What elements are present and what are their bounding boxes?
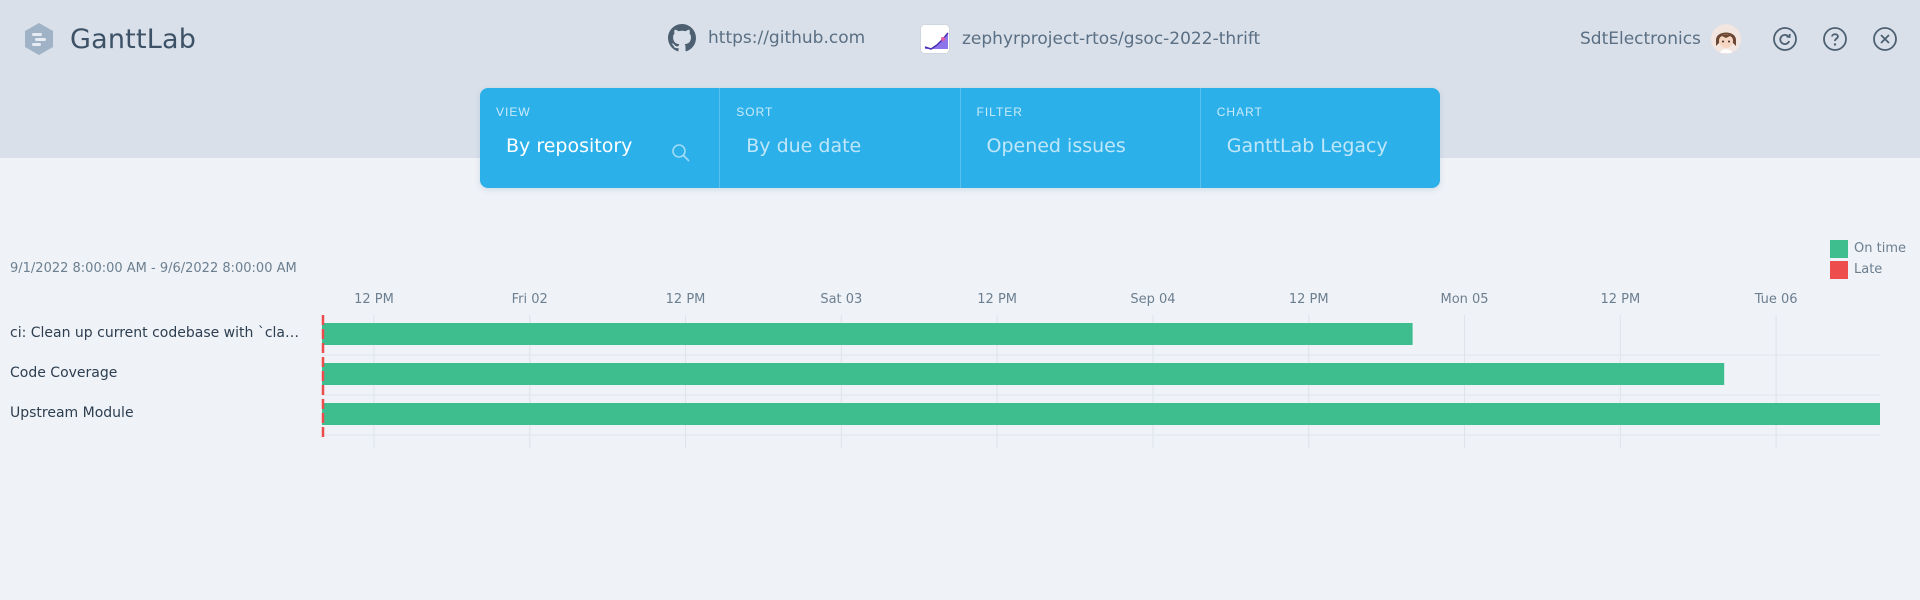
- task-label[interactable]: ci: Clean up current codebase with `clan…: [10, 325, 300, 341]
- date-range-text: 9/1/2022 8:00:00 AM - 9/6/2022 8:00:00 A…: [10, 261, 297, 276]
- filter-label: FILTER: [976, 105, 1023, 119]
- tick-label: 12 PM: [977, 292, 1017, 307]
- chart-selector[interactable]: CHART GanttLab Legacy: [1201, 88, 1440, 188]
- tick-label: Sat 03: [820, 292, 862, 307]
- help-icon[interactable]: [1822, 26, 1848, 52]
- legend-item-late: Late: [1830, 259, 1906, 280]
- tick-label: Sep 04: [1130, 292, 1175, 307]
- chart-label: CHART: [1216, 105, 1263, 119]
- sort-label: SORT: [736, 105, 774, 119]
- tick-label: 12 PM: [354, 292, 394, 307]
- legend-swatch-late: [1830, 260, 1848, 279]
- app-title: GanttLab: [70, 23, 197, 55]
- gantt-chart: ci: Clean up current codebase with `clan…: [0, 285, 1920, 455]
- search-icon[interactable]: [670, 142, 692, 164]
- sort-value: By due date: [746, 135, 862, 157]
- source-selector[interactable]: https://github.com: [668, 24, 865, 52]
- task-bar[interactable]: [322, 323, 1413, 345]
- sort-selector[interactable]: SORT By due date: [720, 88, 961, 188]
- tick-label: Fri 02: [512, 292, 548, 307]
- github-icon: [668, 24, 696, 52]
- legend-swatch-on-time: [1830, 239, 1848, 258]
- chart-legend: On time Late: [1830, 238, 1906, 280]
- legend-label-late: Late: [1854, 262, 1883, 277]
- tick-label: 12 PM: [666, 292, 706, 307]
- refresh-icon[interactable]: [1772, 26, 1798, 52]
- project-selector[interactable]: zephyrproject-rtos/gsoc-2022-thrift: [920, 24, 1260, 54]
- filter-selector[interactable]: FILTER Opened issues: [961, 88, 1201, 188]
- chart-value: GanttLab Legacy: [1226, 135, 1388, 157]
- username: SdtElectronics: [1580, 29, 1701, 49]
- ganttlab-logo-icon: [25, 23, 53, 55]
- project-thumbnail-icon: [921, 25, 949, 53]
- tick-label: 12 PM: [1600, 292, 1640, 307]
- user-avatar: [1710, 24, 1741, 54]
- task-bar[interactable]: [322, 403, 1880, 425]
- task-bar[interactable]: [322, 363, 1725, 385]
- settings-toolbar: VIEW By repository SORT By due date FILT…: [480, 88, 1440, 188]
- view-selector[interactable]: VIEW By repository: [480, 88, 721, 188]
- close-icon[interactable]: [1872, 26, 1898, 52]
- app-logo[interactable]: GanttLab: [22, 22, 196, 56]
- task-label[interactable]: Upstream Module: [10, 405, 300, 421]
- avatar-image: [1710, 24, 1741, 54]
- filter-value: Opened issues: [986, 135, 1126, 157]
- legend-label-on-time: On time: [1854, 241, 1906, 256]
- project-path: zephyrproject-rtos/gsoc-2022-thrift: [962, 29, 1261, 49]
- user-menu[interactable]: SdtElectronics: [1580, 24, 1741, 54]
- view-label: VIEW: [496, 105, 531, 119]
- tick-label: Mon 05: [1440, 292, 1488, 307]
- task-label[interactable]: Code Coverage: [10, 365, 300, 381]
- source-url: https://github.com: [708, 28, 866, 48]
- tick-label: Tue 06: [1754, 292, 1798, 307]
- project-avatar: [920, 24, 950, 54]
- tick-label: 12 PM: [1289, 292, 1329, 307]
- legend-item-on-time: On time: [1830, 238, 1906, 259]
